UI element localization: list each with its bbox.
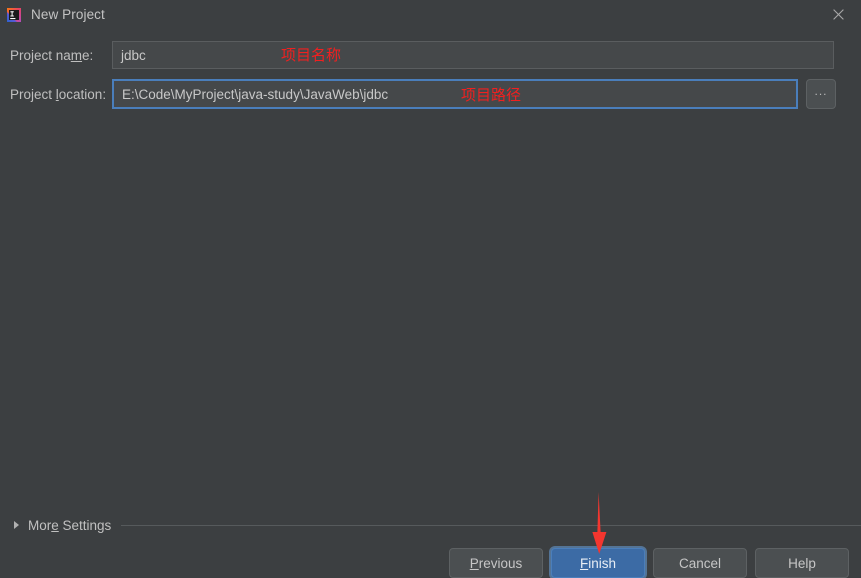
- project-name-row: Project name: jdbc: [0, 41, 861, 69]
- project-name-label: Project name:: [0, 48, 112, 63]
- project-name-input[interactable]: jdbc: [112, 41, 834, 69]
- ellipsis-icon: ...: [814, 88, 827, 94]
- dialog-title: New Project: [31, 7, 105, 22]
- dialog-title-bar: New Project: [0, 0, 861, 29]
- section-divider: [121, 525, 861, 526]
- more-settings-label: More Settings: [28, 518, 111, 533]
- intellij-idea-logo-icon: [6, 7, 22, 23]
- more-settings-section[interactable]: More Settings: [0, 514, 861, 536]
- browse-location-button[interactable]: ...: [806, 79, 836, 109]
- chevron-right-icon[interactable]: [14, 521, 19, 529]
- close-icon[interactable]: [816, 0, 861, 29]
- project-location-label: Project location:: [0, 87, 112, 102]
- project-location-input[interactable]: E:\Code\MyProject\java-study\JavaWeb\jdb…: [112, 79, 798, 109]
- project-location-row: Project location: E:\Code\MyProject\java…: [0, 79, 861, 109]
- dialog-button-bar: Previous Finish Cancel Help: [0, 548, 861, 574]
